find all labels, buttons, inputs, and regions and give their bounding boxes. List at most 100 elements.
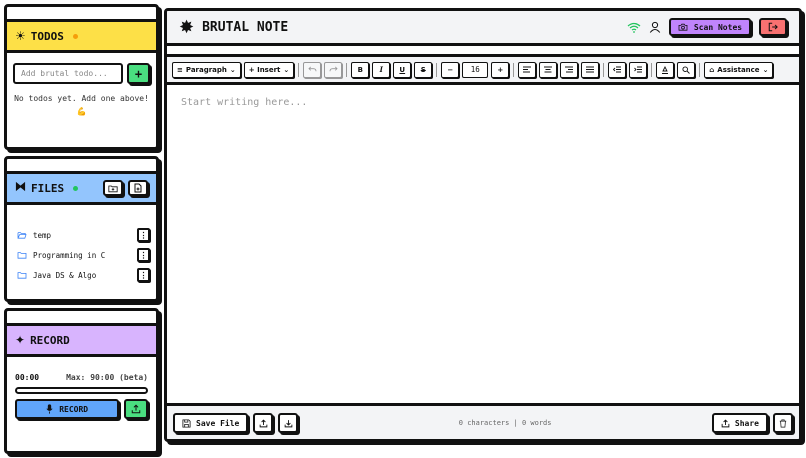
user-icon[interactable] bbox=[649, 21, 661, 33]
logout-icon bbox=[768, 22, 778, 32]
upload-file-button[interactable] bbox=[253, 413, 274, 433]
file-name: Java DS & Algo bbox=[33, 270, 97, 280]
muscle-emoji: 💪 bbox=[76, 107, 87, 116]
italic-button[interactable]: I bbox=[372, 61, 391, 78]
file-name: Programming in C bbox=[33, 250, 106, 260]
editor-footer: Save File 0 characters | 0 words Share bbox=[167, 403, 799, 439]
align-left-button[interactable] bbox=[518, 61, 537, 78]
empty-text: No todos yet. Add one above! bbox=[14, 94, 149, 103]
chevron-down-icon: ⌄ bbox=[762, 65, 769, 74]
upload-icon bbox=[131, 404, 141, 414]
outdent-button[interactable] bbox=[608, 61, 627, 78]
todos-title: TODOS bbox=[30, 29, 64, 43]
files-header: FILES bbox=[7, 171, 156, 205]
file-item[interactable]: temp ⋮ bbox=[17, 225, 150, 245]
brand-star-icon: ✸ bbox=[179, 16, 195, 38]
record-header: ✦ RECORD bbox=[7, 323, 156, 357]
redo-icon bbox=[329, 66, 338, 72]
file-item[interactable]: Java DS & Algo ⋮ bbox=[17, 265, 150, 285]
toolbar-separator bbox=[436, 62, 438, 77]
new-folder-button[interactable] bbox=[103, 180, 123, 196]
download-file-button[interactable] bbox=[278, 413, 299, 433]
add-todo-button[interactable]: + bbox=[127, 63, 150, 84]
scan-label: Scan Notes bbox=[693, 22, 743, 32]
title-strip bbox=[167, 43, 799, 57]
insert-dropdown[interactable]: + Insert ⌄ bbox=[243, 61, 295, 78]
insert-label: + Insert bbox=[248, 65, 281, 74]
toolbar-separator bbox=[298, 62, 300, 77]
align-right-icon bbox=[565, 66, 574, 73]
assistance-label: Assistance bbox=[717, 65, 760, 74]
paragraph-icon: ≡ bbox=[177, 65, 183, 74]
todos-empty-message: No todos yet. Add one above! 💪 bbox=[7, 84, 156, 118]
upload-audio-button[interactable] bbox=[124, 399, 148, 419]
align-justify-icon bbox=[586, 66, 595, 73]
file-item[interactable]: Programming in C ⋮ bbox=[17, 245, 150, 265]
record-title: RECORD bbox=[30, 333, 70, 347]
camera-icon bbox=[678, 23, 688, 31]
todos-header: ☀ TODOS bbox=[7, 19, 156, 53]
share-button[interactable]: Share bbox=[711, 413, 768, 433]
save-file-button[interactable]: Save File bbox=[173, 413, 249, 433]
folder-plus-icon bbox=[108, 185, 118, 192]
toolbar-separator bbox=[699, 62, 701, 77]
highlighter-icon bbox=[662, 65, 669, 74]
save-icon bbox=[182, 418, 191, 428]
chevron-down-icon: ⌄ bbox=[283, 65, 290, 74]
strikethrough-button[interactable]: S bbox=[414, 61, 433, 78]
align-right-button[interactable] bbox=[560, 61, 579, 78]
folder-icon bbox=[17, 272, 27, 279]
underline-button[interactable]: U bbox=[393, 61, 412, 78]
todo-input[interactable] bbox=[13, 63, 123, 84]
logout-button[interactable] bbox=[759, 18, 787, 36]
folder-icon bbox=[17, 252, 27, 259]
paragraph-dropdown[interactable]: ≡ Paragraph ⌄ bbox=[172, 61, 241, 78]
align-center-button[interactable] bbox=[539, 61, 558, 78]
align-center-icon bbox=[544, 66, 553, 73]
record-time: 00:00 bbox=[15, 373, 40, 382]
font-size-field[interactable]: 16 bbox=[462, 61, 489, 78]
redo-button[interactable] bbox=[324, 61, 343, 78]
file-menu-button[interactable]: ⋮ bbox=[137, 268, 150, 282]
word-count: 0 characters | 0 words bbox=[458, 419, 552, 427]
indent-icon bbox=[634, 66, 643, 73]
toolbar-separator bbox=[603, 62, 605, 77]
todos-panel: ☀ TODOS + No todos yet. Add one above! 💪 bbox=[4, 4, 159, 150]
microphone-icon bbox=[46, 404, 53, 414]
toolbar-separator bbox=[513, 62, 515, 77]
editor-area[interactable]: Start writing here... bbox=[167, 85, 799, 403]
bowtie-icon bbox=[15, 181, 26, 195]
find-replace-button[interactable] bbox=[677, 61, 696, 78]
delete-button[interactable] bbox=[772, 413, 793, 433]
font-size-decrease-button[interactable]: − bbox=[441, 61, 460, 78]
highlight-button[interactable] bbox=[656, 61, 675, 78]
status-dot bbox=[72, 33, 78, 39]
file-menu-button[interactable]: ⋮ bbox=[137, 248, 150, 262]
file-menu-button[interactable]: ⋮ bbox=[137, 228, 150, 242]
undo-icon bbox=[308, 66, 317, 72]
files-panel: FILES temp ⋮ Programming in C ⋮ Java DS … bbox=[4, 156, 159, 302]
share-label: Share bbox=[734, 418, 759, 428]
format-toolbar: ≡ Paragraph ⌄ + Insert ⌄ B I U S − 16 + bbox=[167, 57, 799, 85]
bold-button[interactable]: B bbox=[351, 61, 370, 78]
file-plus-icon bbox=[134, 183, 142, 193]
files-title: FILES bbox=[31, 181, 65, 195]
indent-button[interactable] bbox=[629, 61, 648, 78]
scan-notes-button[interactable]: Scan Notes bbox=[669, 18, 751, 36]
download-icon bbox=[284, 419, 293, 427]
new-file-button[interactable] bbox=[128, 180, 148, 196]
align-justify-button[interactable] bbox=[581, 61, 600, 78]
font-size-increase-button[interactable]: + bbox=[491, 61, 510, 78]
paragraph-label: Paragraph bbox=[185, 65, 227, 74]
editor-panel: ✸ BRUTAL NOTE Scan Notes ≡ Paragraph ⌄ +… bbox=[164, 8, 802, 442]
record-label: RECORD bbox=[59, 404, 89, 414]
robot-icon: ⌂ bbox=[709, 65, 715, 74]
wifi-icon bbox=[627, 22, 641, 33]
undo-button[interactable] bbox=[303, 61, 322, 78]
record-button[interactable]: RECORD bbox=[15, 399, 120, 419]
share-icon bbox=[721, 418, 730, 427]
sparkle-icon: ✦ bbox=[15, 333, 26, 347]
record-progress bbox=[15, 387, 148, 394]
top-bar: ✸ BRUTAL NOTE Scan Notes bbox=[167, 11, 799, 43]
assistance-dropdown[interactable]: ⌂ Assistance ⌄ bbox=[704, 61, 774, 78]
